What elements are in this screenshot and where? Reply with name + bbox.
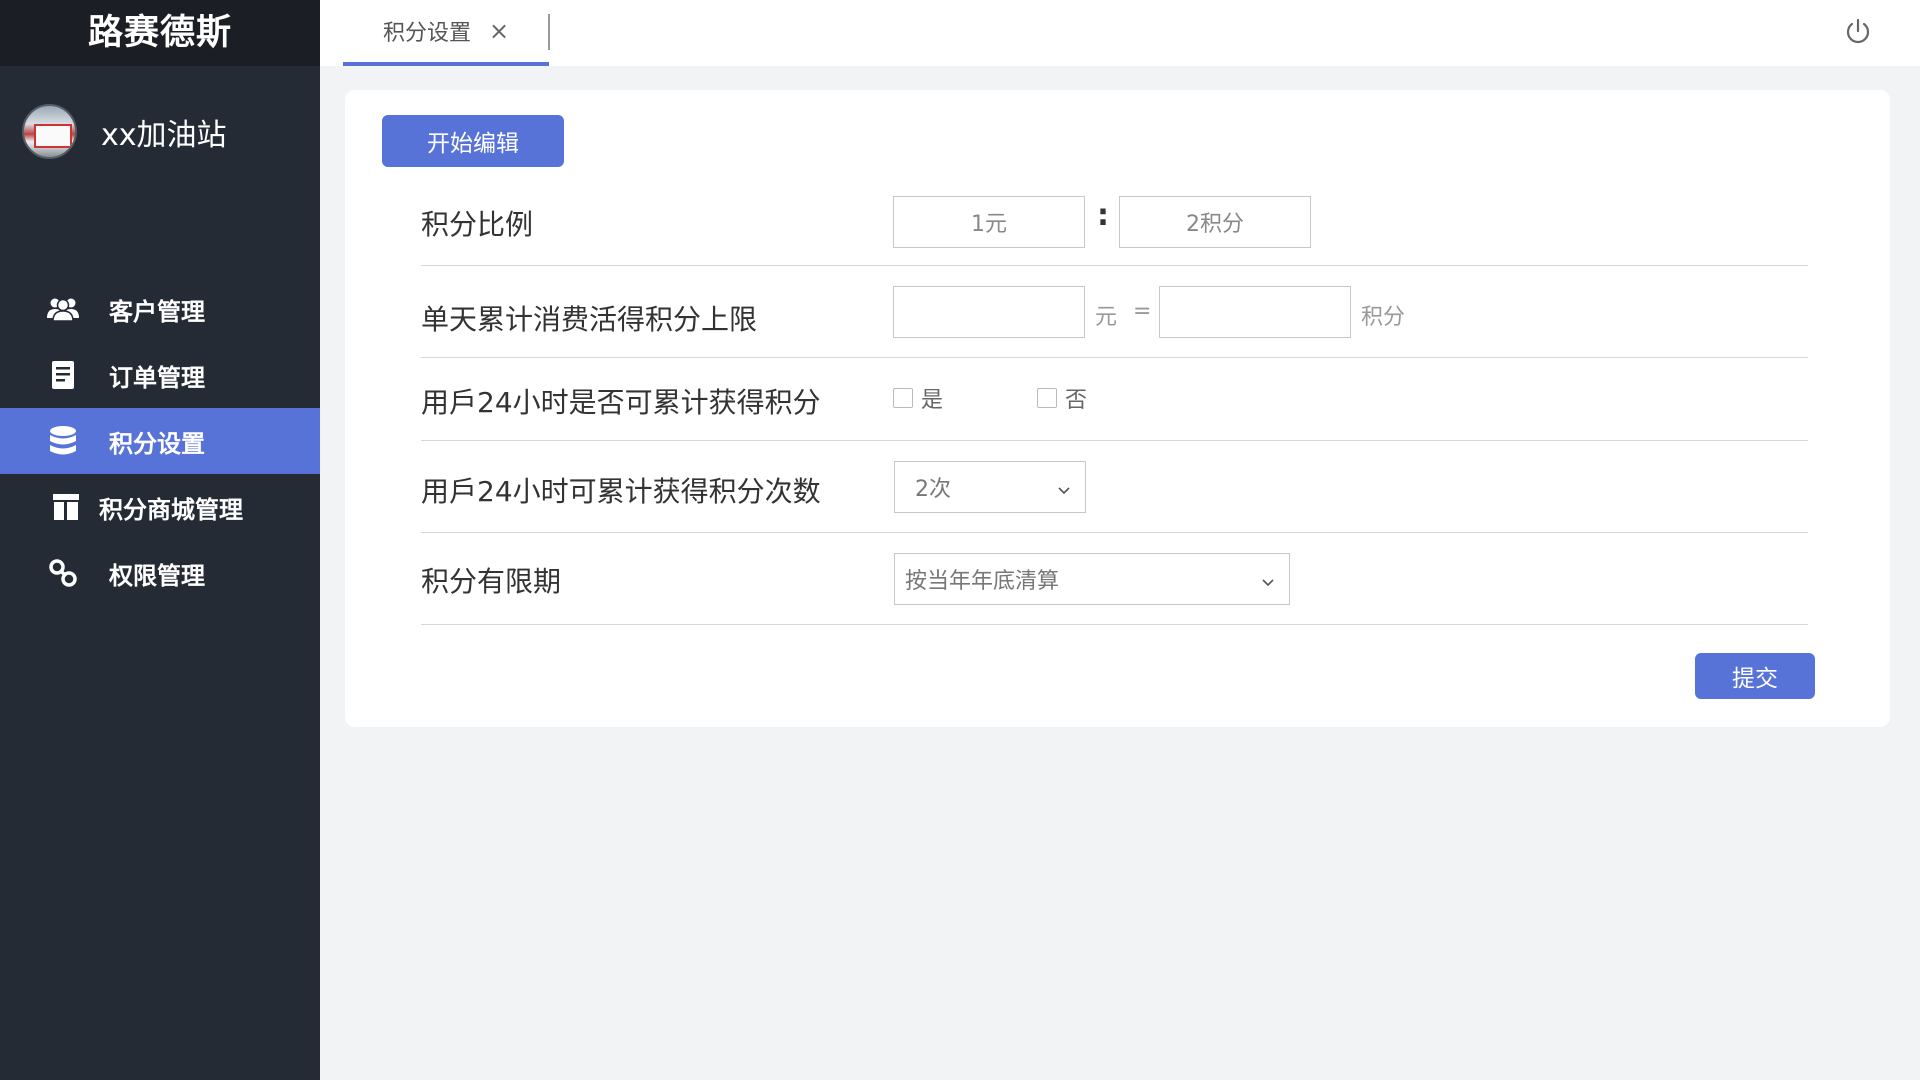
option-yes-label: 是 bbox=[921, 388, 944, 413]
ratio-points-field[interactable]: 2积分 bbox=[1119, 196, 1311, 248]
brand-title: 路赛德斯 bbox=[0, 0, 320, 66]
option-no-checkbox[interactable]: 否 bbox=[1037, 382, 1087, 414]
users-icon bbox=[45, 291, 81, 327]
profile: xx加油站 bbox=[22, 104, 227, 159]
sidebar-item-orders[interactable]: 订单管理 bbox=[0, 342, 320, 408]
ratio-separator: : bbox=[1097, 198, 1109, 233]
sidebar-item-customers[interactable]: 客户管理 bbox=[0, 276, 320, 342]
option-no-label: 否 bbox=[1065, 388, 1088, 413]
points-ratio-label: 积分比例 bbox=[421, 208, 534, 241]
row-accumulate-24h: 用戶24小时是否可累计获得积分 是 否 bbox=[421, 359, 1808, 441]
row-points-validity: 积分有限期 按当年年底清算 bbox=[421, 534, 1808, 625]
row-points-ratio: 积分比例 1元 : 2积分 bbox=[421, 178, 1808, 266]
sidebar-item-label: 权限管理 bbox=[109, 561, 205, 590]
validity-label: 积分有限期 bbox=[421, 565, 562, 598]
link-icon bbox=[45, 555, 81, 591]
tab-divider bbox=[548, 14, 550, 50]
sidebar-item-permissions[interactable]: 权限管理 bbox=[0, 540, 320, 606]
unit-points: 积分 bbox=[1361, 305, 1406, 330]
tab-label: 积分设置 bbox=[383, 21, 472, 46]
sidebar-item-points-store[interactable]: 积分商城管理 bbox=[0, 474, 320, 540]
ratio-yuan-field[interactable]: 1元 bbox=[893, 196, 1085, 248]
store-icon bbox=[48, 489, 84, 525]
tab-points-settings[interactable]: 积分设置 × bbox=[343, 0, 549, 66]
sidebar-menu: 客户管理 订单管理 积分设置 积分商城管理 权限管理 bbox=[0, 276, 320, 606]
points-settings-card: 开始编辑 积分比例 1元 : 2积分 单天累计消费活得积分上限 元 = 积分 用… bbox=[345, 90, 1890, 727]
submit-button[interactable]: 提交 bbox=[1695, 653, 1815, 699]
top-bar: 积分设置 × bbox=[320, 0, 1920, 66]
chevron-down-icon bbox=[1261, 570, 1275, 587]
unit-yuan: 元 bbox=[1095, 305, 1118, 330]
avatar bbox=[22, 104, 77, 159]
sidebar: 路赛德斯 xx加油站 客户管理 订单管理 积分设置 积分商城管理 权限管理 bbox=[0, 0, 320, 1080]
checkbox-yes[interactable] bbox=[893, 388, 913, 408]
validity-select[interactable]: 按当年年底清算 bbox=[894, 553, 1290, 605]
validity-select-value: 按当年年底清算 bbox=[905, 569, 1060, 594]
station-name: xx加油站 bbox=[101, 117, 227, 153]
equals-sign: = bbox=[1133, 299, 1152, 324]
sidebar-item-label: 订单管理 bbox=[109, 363, 205, 392]
row-times-24h: 用戶24小时可累计获得积分次数 2次 bbox=[421, 442, 1808, 533]
row-daily-limit: 单天累计消费活得积分上限 元 = 积分 bbox=[421, 267, 1808, 358]
daily-limit-points-input[interactable] bbox=[1159, 286, 1351, 338]
start-edit-button[interactable]: 开始编辑 bbox=[382, 115, 564, 167]
times-select[interactable]: 2次 bbox=[894, 461, 1086, 513]
sidebar-item-points-settings[interactable]: 积分设置 bbox=[0, 408, 320, 474]
checkbox-no[interactable] bbox=[1037, 388, 1057, 408]
power-icon[interactable] bbox=[1844, 18, 1872, 46]
sidebar-item-label: 积分商城管理 bbox=[99, 495, 243, 524]
accumulate-24h-label: 用戶24小时是否可累计获得积分 bbox=[421, 386, 821, 419]
sidebar-item-label: 客户管理 bbox=[109, 297, 205, 326]
chevron-down-icon bbox=[1057, 478, 1071, 495]
times-24h-label: 用戶24小时可累计获得积分次数 bbox=[421, 475, 821, 508]
close-icon[interactable]: × bbox=[489, 17, 509, 45]
times-select-value: 2次 bbox=[915, 477, 951, 502]
daily-limit-label: 单天累计消费活得积分上限 bbox=[421, 303, 758, 336]
database-icon bbox=[45, 423, 81, 459]
sidebar-item-label: 积分设置 bbox=[109, 429, 205, 458]
option-yes-checkbox[interactable]: 是 bbox=[893, 382, 943, 414]
daily-limit-amount-input[interactable] bbox=[893, 286, 1085, 338]
document-icon bbox=[45, 357, 81, 393]
